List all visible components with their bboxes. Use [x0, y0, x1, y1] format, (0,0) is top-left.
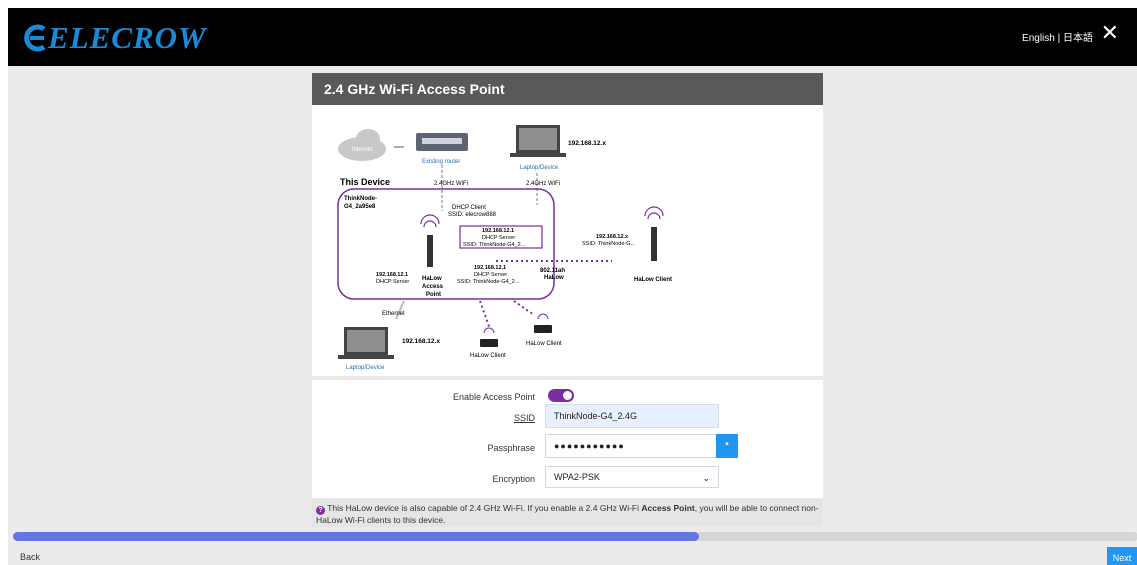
elecrow-logo: ELECROW: [22, 20, 207, 55]
passphrase-label: Passphrase: [487, 443, 535, 453]
info-note: ? This HaLow device is also capable of 2…: [312, 499, 823, 527]
back-button[interactable]: Back: [20, 552, 40, 562]
halow-client-right-label: HaLow Client: [634, 277, 672, 283]
halow-client-1-icon: [480, 327, 498, 347]
laptop-top-icon: [510, 125, 566, 157]
halow-ap-2: Access: [422, 284, 444, 290]
laptop-bottom-ip: 192.168.12.x: [402, 338, 440, 345]
inner-ssid: SSID: ThinkNode-G4_2...: [463, 242, 526, 248]
ssid-elecrow-label: SSID: elecrow888: [448, 212, 497, 218]
access-point-card: 2.4 GHz Wi-Fi Access Point Internet Exis…: [312, 73, 823, 376]
show-password-button[interactable]: •: [716, 434, 738, 458]
top-bar: ELECROW English | 日本語 ✕: [8, 8, 1137, 66]
right-ssid: SSID: ThinkNode-G...: [582, 241, 636, 247]
card-title: 2.4 GHz Wi-Fi Access Point: [312, 73, 823, 105]
laptop-bottom-label: Laptop/Device: [346, 365, 385, 371]
close-icon[interactable]: ✕: [1101, 22, 1119, 44]
ah-label-1: 802.11ah: [540, 268, 565, 274]
halow-ap-icon: [420, 214, 440, 267]
wifi-left-label: 2.4GHz WiFi: [434, 181, 468, 187]
halow-client-right-icon: [644, 206, 664, 261]
chevron-down-icon: ⌄: [702, 473, 710, 483]
network-diagram: Internet Existing router 192.168.12.x La…: [312, 105, 823, 376]
device-name-2: G4_2a95e8: [344, 204, 376, 210]
halow-ap-3: Point: [426, 292, 441, 298]
wizard-frame: ELECROW English | 日本語 ✕ 2.4 GHz Wi-Fi Ac…: [8, 8, 1137, 565]
laptop-top-ip: 192.168.12.x: [568, 140, 606, 147]
left-dhcp: DHCP Server: [376, 279, 409, 285]
left-ip: 192.168.12.1: [376, 272, 408, 278]
halow-ap-1: HaLow: [422, 276, 442, 282]
passphrase-input[interactable]: ●●●●●●●●●●●: [545, 434, 719, 458]
passphrase-row: Passphrase ●●●●●●●●●●● •: [312, 434, 823, 460]
encryption-row: Encryption WPA2-PSK ⌄: [312, 466, 823, 492]
halow-client-2-icon: [534, 313, 552, 333]
next-button[interactable]: Next: [1107, 547, 1137, 565]
this-device-label: This Device: [340, 177, 390, 187]
question-icon: ?: [316, 506, 325, 515]
laptop-top-label: Laptop/Device: [520, 165, 559, 171]
note-text-bold: Access Point: [641, 503, 695, 513]
router-icon: [416, 133, 468, 151]
ssid-row: SSID ThinkNode-G4_2.4G: [312, 404, 823, 430]
dhcp-client-label: DHCP Client: [452, 205, 486, 211]
halow-client-1-label: HaLow Client: [470, 353, 506, 359]
encryption-label: Encryption: [492, 474, 535, 484]
ap-settings-form: Enable Access Point SSID ThinkNode-G4_2.…: [312, 380, 823, 498]
internet-cloud-icon: Internet: [338, 129, 386, 161]
progress-fill: [13, 532, 700, 541]
laptop-bottom-icon: [338, 327, 394, 359]
mid-ip: 192.168.12.1: [474, 265, 506, 271]
existing-router-label: Existing router: [422, 159, 460, 165]
ethernet-label: Ethernet: [382, 311, 405, 317]
wifi-right-label: 2.4GHz WiFi: [526, 181, 560, 187]
halow-client-2-label: HaLow Client: [526, 341, 562, 347]
mid-dhcp: DHCP Server: [474, 272, 507, 278]
inner-dhcp: DHCP Server: [482, 235, 515, 241]
encryption-value: WPA2-PSK: [554, 472, 600, 482]
right-ip: 192.168.12.x: [596, 234, 629, 240]
enable-access-point-toggle[interactable]: [548, 389, 574, 402]
logo-text: ELECROW: [48, 20, 207, 55]
device-name-1: ThinkNode-: [344, 196, 377, 202]
ssid-input[interactable]: ThinkNode-G4_2.4G: [545, 404, 719, 428]
inner-ip: 192.168.12.1: [482, 228, 514, 234]
note-text-before: This HaLow device is also capable of 2.4…: [327, 503, 642, 513]
network-diagram-svg: Internet Existing router 192.168.12.x La…: [337, 125, 672, 371]
progress-bar: [13, 532, 1137, 541]
internet-label: Internet: [352, 147, 373, 153]
enable-label: Enable Access Point: [452, 392, 535, 402]
ssid-label: SSID: [513, 413, 535, 423]
ah-label-2: HaLow: [544, 275, 564, 281]
encryption-select[interactable]: WPA2-PSK ⌄: [545, 466, 719, 488]
mid-ssid: SSID: ThinkNode-G4_2...: [457, 279, 520, 285]
language-switch[interactable]: English | 日本語: [1022, 29, 1093, 44]
elecrow-logo-icon: [24, 24, 46, 52]
